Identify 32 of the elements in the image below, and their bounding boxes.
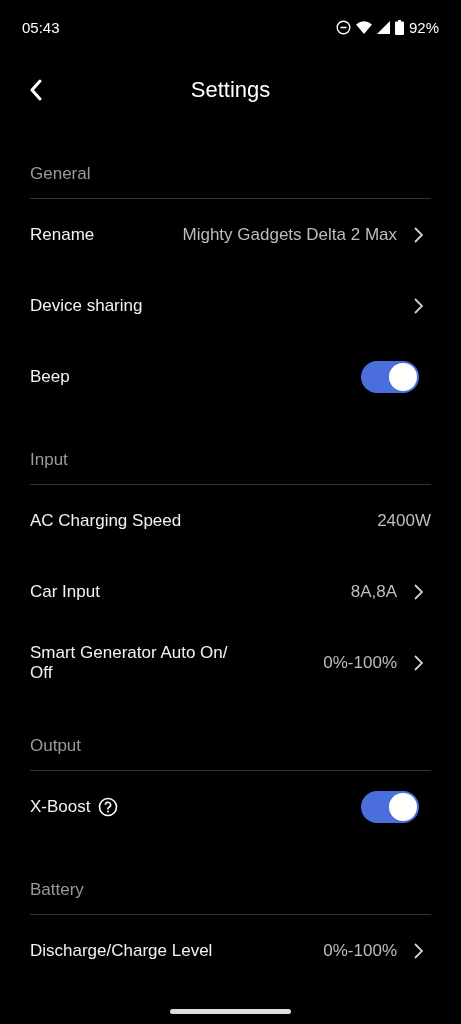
setting-label: AC Charging Speed xyxy=(30,510,182,531)
wifi-icon xyxy=(355,20,372,34)
chevron-right-icon xyxy=(413,942,423,959)
chevron-right-icon xyxy=(413,226,423,243)
setting-label[interactable]: Car Input xyxy=(30,581,100,602)
battery-icon xyxy=(394,19,404,35)
section-title: Output xyxy=(30,735,82,757)
setting-label[interactable]: Beep xyxy=(30,366,70,387)
toggle-switch[interactable] xyxy=(361,790,419,823)
setting-label[interactable]: Smart Generator Auto On/ Off xyxy=(30,642,240,683)
setting-label[interactable]: Discharge/Charge Level xyxy=(30,940,213,961)
setting-label[interactable]: X-Boost xyxy=(30,796,91,817)
battery-percent: 92% xyxy=(408,18,439,36)
page-title: Settings xyxy=(190,77,271,103)
setting-label[interactable]: Rename xyxy=(30,224,95,245)
section-title: Battery xyxy=(30,879,84,901)
setting-label[interactable]: Device sharing xyxy=(30,295,143,316)
setting-value: 0%-100% xyxy=(323,652,397,673)
toggle-switch[interactable] xyxy=(361,360,419,393)
status-time: 05:43 xyxy=(22,18,60,36)
setting-value: 2400W xyxy=(377,510,431,531)
signal-icon xyxy=(376,20,390,34)
chevron-right-icon xyxy=(413,654,423,671)
setting-value: 8A,8A xyxy=(350,581,397,602)
chevron-right-icon xyxy=(413,297,423,314)
setting-value: 0%-100% xyxy=(323,940,397,961)
do-not-disturb-icon xyxy=(335,19,351,35)
section-title: General xyxy=(30,163,91,185)
help-icon[interactable] xyxy=(98,796,119,817)
section-title: Input xyxy=(30,449,68,471)
setting-value: Mighty Gadgets Delta 2 Max xyxy=(182,224,397,245)
chevron-right-icon xyxy=(413,583,423,600)
